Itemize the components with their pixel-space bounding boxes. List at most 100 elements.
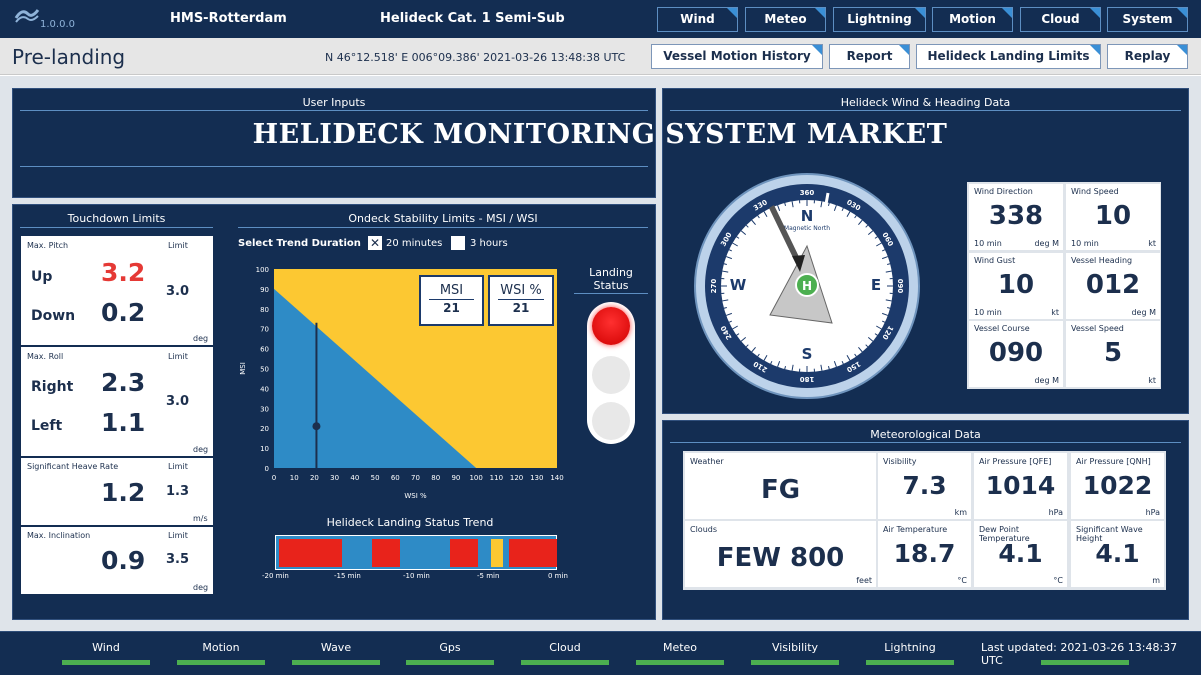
meteo-card-unit: m (1152, 576, 1160, 585)
meteo-card-label: Weather (690, 457, 724, 466)
checkbox-20-minutes[interactable]: ✕ (368, 236, 382, 250)
footer-status-cloud[interactable]: Cloud (521, 641, 609, 654)
wind-card-label: Vessel Heading (1071, 256, 1133, 265)
pitch-up-value: 3.2 (101, 258, 146, 287)
meteo-card-unit: hPa (1048, 508, 1063, 517)
footer-status-wind[interactable]: Wind (62, 641, 150, 654)
wind-card-label: Wind Direction (974, 187, 1033, 196)
wind-card-unit: deg M (1131, 308, 1156, 317)
status-ok-bar (521, 660, 609, 665)
menu-lightning-button[interactable]: Lightning (833, 7, 926, 32)
y-tick-label: 40 (260, 385, 269, 393)
inclination-limit-value: 3.5 (166, 552, 190, 567)
divider (670, 442, 1181, 443)
compass-north-label: N (801, 207, 814, 225)
wind-card-unit: deg M (1034, 239, 1059, 248)
option-20-minutes: 20 minutes (386, 238, 443, 249)
menu-wind-button[interactable]: Wind (657, 7, 738, 32)
divider (20, 166, 648, 167)
meteo-card-unit: hPa (1145, 508, 1160, 517)
msi-label: MSI (439, 283, 464, 298)
checkbox-3-hours[interactable] (451, 236, 465, 250)
landing-status-title: Landing Status (589, 266, 633, 292)
heave-limit-value: 1.3 (166, 484, 190, 499)
meteo-card: Air Pressure [QFE] 1014 hPa (974, 453, 1067, 519)
x-tick-label: 130 (530, 474, 543, 482)
compass-degree-label: 090 (896, 279, 904, 294)
roll-unit: deg (193, 445, 209, 454)
y-tick-label: 60 (260, 346, 269, 354)
menu-system-button[interactable]: System (1107, 7, 1188, 32)
y-tick-label: 20 (260, 425, 269, 433)
footer-status-wave[interactable]: Wave (292, 641, 380, 654)
wind-card-label: Vessel Speed (1071, 324, 1124, 333)
divider (20, 227, 213, 228)
footer-status-lightning[interactable]: Lightning (866, 641, 954, 654)
wsi-value: 21 (512, 301, 530, 315)
x-tick-label: 140 (550, 474, 563, 482)
wind-card-value: 10 (997, 270, 1035, 300)
inclination-value: 0.9 (101, 546, 146, 575)
meteo-card-unit: °C (957, 576, 967, 585)
wind-card: Wind Speed 10 10 min kt (1066, 184, 1160, 250)
x-tick-label: 90 (451, 474, 460, 482)
compass-degree-label: 270 (710, 279, 718, 294)
trend-tick: 0 min (548, 572, 568, 580)
limit-label: Limit (168, 462, 188, 471)
status-ok-bar (866, 660, 954, 665)
watermark-banner: HELIDECK MONITORING SYSTEM MARKET (252, 119, 948, 150)
y-tick-label: 80 (260, 306, 269, 314)
landing-status-trend-title: Helideck Landing Status Trend (326, 516, 494, 529)
wind-card: Vessel Speed 5 kt (1066, 321, 1160, 387)
menu-meteo-button[interactable]: Meteo (745, 7, 826, 32)
y-tick-label: 10 (260, 445, 269, 453)
y-tick-label: 50 (260, 366, 269, 374)
y-tick-label: 100 (256, 266, 269, 274)
wind-card: Wind Direction 338 10 min deg M (969, 184, 1063, 250)
compass-south-label: S (802, 345, 813, 363)
footer-status-motion[interactable]: Motion (177, 641, 265, 654)
status-ok-bar (1041, 660, 1129, 665)
divider (670, 110, 1181, 111)
user-inputs-title: User Inputs (302, 96, 366, 109)
trend-duration-label: Select Trend Duration (238, 238, 361, 249)
wind-card-unit: deg M (1034, 376, 1059, 385)
footer-status-meteo[interactable]: Meteo (636, 641, 724, 654)
vessel-motion-history-button[interactable]: Vessel Motion History (651, 44, 823, 69)
wind-card-value: 10 (1094, 201, 1132, 231)
roll-label: Max. Roll (27, 352, 64, 361)
menu-motion-button[interactable]: Motion (932, 7, 1013, 32)
x-tick-label: 10 (290, 474, 299, 482)
footer-status-gps[interactable]: Gps (406, 641, 494, 654)
vessel-name: HMS-Rotterdam (170, 11, 287, 26)
meteo-card-value: 18.7 (893, 539, 956, 568)
wind-card-unit: kt (1148, 376, 1156, 385)
helideck-landing-limits-button[interactable]: Helideck Landing Limits (916, 44, 1101, 69)
wind-card-label: Vessel Course (974, 324, 1030, 333)
wind-card-unit: kt (1051, 308, 1059, 317)
wind-compass: 360030060090120150180210240270300330 N E… (694, 173, 920, 399)
wind-card-sub: 10 min (974, 308, 1002, 317)
replay-button[interactable]: Replay (1107, 44, 1188, 69)
wind-card-sub: 10 min (974, 239, 1002, 248)
status-light-amber (592, 356, 630, 394)
y-tick-label: 30 (260, 405, 269, 413)
wave-logo-icon (14, 9, 40, 23)
x-tick-label: 100 (469, 474, 482, 482)
pitch-down-label: Down (31, 308, 76, 324)
wind-card-value: 5 (1103, 338, 1123, 368)
trend-segment-red (372, 539, 400, 567)
trend-tick: -10 min (403, 572, 430, 580)
status-ok-bar (636, 660, 724, 665)
inclination-label: Max. Inclination (27, 531, 91, 540)
status-ok-bar (62, 660, 150, 665)
roll-left-label: Left (31, 418, 63, 434)
meteo-card-value: 4.1 (998, 539, 1043, 568)
page-title: Pre-landing (12, 45, 126, 69)
inclination-unit: deg (193, 583, 209, 592)
menu-cloud-button[interactable]: Cloud (1020, 7, 1101, 32)
wind-card-sub: 10 min (1071, 239, 1099, 248)
report-button[interactable]: Report (829, 44, 910, 69)
footer-status-visibility[interactable]: Visibility (751, 641, 839, 654)
y-tick-label: 0 (265, 465, 269, 473)
